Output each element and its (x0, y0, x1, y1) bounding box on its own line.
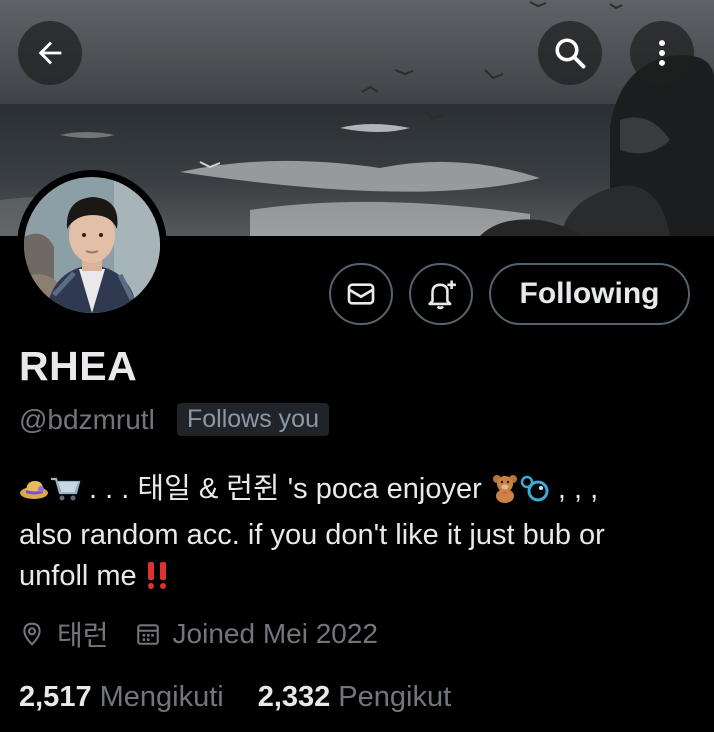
bell-plus-icon (428, 280, 456, 310)
followers-stat[interactable]: 2,332 Pengikut (258, 681, 451, 714)
following-label: Mengikuti (99, 680, 224, 713)
joined-date: Joined Mei 2022 (172, 618, 379, 649)
bio-line-3: unfoll me (19, 556, 699, 602)
avatar[interactable] (17, 170, 167, 320)
avatar-image (24, 177, 160, 313)
bio-line-2: also random acc. if you don't like it ju… (19, 519, 605, 551)
follow-stats: 2,517 Mengikuti 2,332 Pengikut (19, 677, 451, 717)
arrow-left-icon (38, 41, 62, 65)
bio-line-1: . . . 태일 & 런쥔 's poca enjoyer , , , (19, 469, 699, 515)
location-pin-icon (19, 620, 45, 648)
bubbles-emoji-icon (520, 473, 550, 515)
bio-line-1-end: , , , (549, 473, 599, 505)
following-count: 2,517 (19, 680, 92, 713)
bio-line-1-text: . . . 태일 & 런쥔 's poca enjoyer (81, 473, 490, 505)
display-name: RHEA (19, 343, 138, 389)
teddy-bear-emoji-icon (490, 473, 520, 515)
bio-line-3-text: unfoll me (19, 560, 145, 592)
mail-icon (347, 283, 375, 305)
back-button[interactable] (18, 21, 82, 85)
notify-button[interactable] (409, 263, 473, 325)
location-text: 태런 (57, 620, 109, 651)
calendar-icon (135, 621, 161, 647)
search-button[interactable] (538, 21, 602, 85)
double-exclamation-icon (145, 560, 171, 602)
profile-meta: 태런 Joined Mei 2022 (19, 614, 378, 654)
message-button[interactable] (329, 263, 393, 325)
more-vertical-icon (659, 40, 665, 66)
following-stat[interactable]: 2,517 Mengikuti (19, 681, 224, 714)
hat-emoji-icon (19, 474, 49, 515)
follows-you-badge: Follows you (177, 403, 329, 436)
followers-label: Pengikut (338, 680, 452, 713)
bio: . . . 태일 & 런쥔 's poca enjoyer , , , also… (19, 469, 699, 602)
more-options-button[interactable] (630, 21, 694, 85)
following-button[interactable]: Following (489, 263, 690, 325)
search-icon (555, 38, 586, 69)
handle: @bdzmrutl (19, 404, 155, 435)
shopping-cart-emoji-icon (49, 474, 81, 515)
followers-count: 2,332 (257, 680, 331, 713)
